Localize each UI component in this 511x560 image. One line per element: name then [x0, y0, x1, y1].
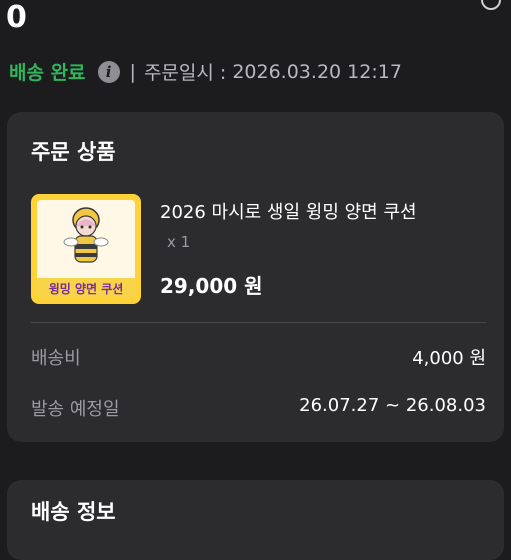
section-title: 배송 정보: [31, 500, 116, 524]
divider: [31, 322, 486, 323]
order-date-value: 2026.03.20 12:17: [232, 60, 402, 83]
order-date-label: 주문일시 :: [143, 62, 227, 84]
ship-date-label: 발송 예정일: [31, 399, 120, 420]
character-illustration: [63, 207, 109, 263]
separator: |: [129, 60, 136, 83]
thumbnail-label: 윙밍 양면 쿠션: [37, 278, 135, 298]
shipping-fee-value: 4,000 원: [412, 348, 486, 369]
order-status-row: 배송 완료 i | 주문일시 : 2026.03.20 12:17: [9, 58, 402, 85]
shipping-fee-row: 배송비 4,000 원: [31, 344, 486, 370]
shipping-info-card: 배송 정보: [7, 480, 504, 560]
ship-date-row: 발송 예정일 26.07.27 ~ 26.08.03: [31, 395, 486, 421]
ship-date-value: 26.07.27 ~ 26.08.03: [299, 395, 486, 416]
product-thumbnail[interactable]: 윙밍 양면 쿠션: [31, 194, 141, 304]
shipping-fee-label: 배송비: [31, 348, 81, 369]
product-price: 29,000 원: [160, 274, 263, 298]
top-right-icon[interactable]: [481, 0, 501, 10]
order-product-card: 주문 상품 윙밍 양면 쿠션 2026 마시로 생일 윙밍 양면 쿠션 x 1 …: [7, 112, 504, 442]
product-name[interactable]: 2026 마시로 생일 윙밍 양면 쿠션: [160, 198, 417, 224]
order-number: 0: [6, 0, 27, 35]
section-title: 주문 상품: [31, 140, 116, 164]
product-quantity: x 1: [167, 233, 191, 251]
info-icon[interactable]: i: [97, 60, 120, 83]
delivery-status: 배송 완료: [9, 62, 86, 84]
